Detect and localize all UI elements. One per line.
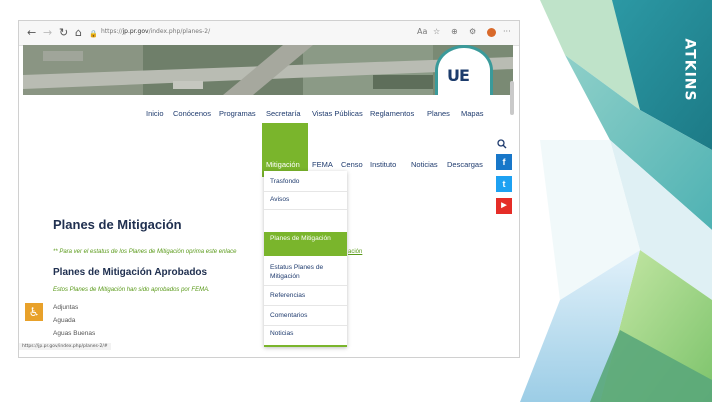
dropdown-item-avisos[interactable]: Avisos <box>270 195 346 204</box>
town-link-aguada[interactable]: Aguada <box>53 317 75 324</box>
dropdown-bottom-accent <box>264 345 347 347</box>
nav-item-noticias[interactable]: Noticias <box>411 160 438 169</box>
nav-item-mapas[interactable]: Mapas <box>461 109 484 118</box>
mitigacion-dropdown-menu: Trasfondo Avisos Planes de Mitigación Es… <box>264 171 347 347</box>
brand-logo-text: ATKINS <box>681 38 698 102</box>
nav-item-vistas-publicas[interactable]: Vistas Públicas <box>312 109 363 118</box>
dropdown-divider <box>264 191 347 192</box>
accessibility-button[interactable]: ♿ <box>25 303 43 321</box>
status-link[interactable]: ación <box>348 249 362 255</box>
dropdown-divider <box>264 209 347 210</box>
dropdown-item-referencias[interactable]: Referencias <box>270 291 346 300</box>
forward-arrow-icon[interactable]: → <box>43 26 52 40</box>
twitter-button[interactable]: t <box>496 176 512 192</box>
search-icon[interactable] <box>497 139 507 149</box>
brand-logo: ATKINS <box>672 38 702 102</box>
nav-item-fema[interactable]: FEMA <box>312 160 333 169</box>
status-note: ** Para ver el estatus de los Planes de … <box>53 249 237 255</box>
profile-avatar[interactable] <box>487 28 496 37</box>
address-bar[interactable]: https://jp.pr.gov/index.php/planes-2/ <box>101 27 210 37</box>
site-logo[interactable]: UE <box>435 45 493 95</box>
back-arrow-icon[interactable]: ← <box>27 26 36 40</box>
menu-dots-icon[interactable]: ··· <box>503 27 511 37</box>
reader-mode-icon[interactable]: Aa <box>417 27 427 37</box>
approved-note: Estos Planes de Mitigación han sido apro… <box>53 287 210 293</box>
url-path: /index.php/planes-2/ <box>148 28 211 35</box>
nav-item-inicio[interactable]: Inicio <box>146 109 164 118</box>
dropdown-item-planes-de-mitigacion[interactable]: Planes de Mitigación <box>270 234 346 243</box>
accessibility-icon: ♿ <box>28 305 40 319</box>
browser-toolbar: ← → ↻ ⌂ 🔒 https://jp.pr.gov/index.php/pl… <box>19 21 519 46</box>
url-prefix: https:// <box>101 28 123 35</box>
collections-icon[interactable]: ⊕ <box>451 27 458 37</box>
site-logo-text: UE <box>447 66 470 85</box>
twitter-icon: t <box>502 179 506 189</box>
town-link-adjuntas[interactable]: Adjuntas <box>53 304 78 311</box>
favorite-star-icon[interactable]: ☆ <box>433 27 440 37</box>
youtube-button[interactable]: ▶ <box>496 198 512 214</box>
nav-item-descargas[interactable]: Descargas <box>447 160 483 169</box>
facebook-button[interactable]: f <box>496 154 512 170</box>
aerial-banner-image: UE <box>23 45 513 95</box>
youtube-icon: ▶ <box>501 202 507 209</box>
dropdown-item-trasfondo[interactable]: Trasfondo <box>270 177 346 186</box>
home-icon[interactable]: ⌂ <box>75 26 82 40</box>
section-title: Planes de Mitigación Aprobados <box>53 267 208 278</box>
nav-item-mitigacion[interactable]: Mitigación <box>266 160 300 169</box>
town-link-aguas-buenas[interactable]: Aguas Buenas <box>53 330 95 337</box>
nav-item-conocenos[interactable]: Conócenos <box>173 109 211 118</box>
page-title: Planes de Mitigación <box>53 217 182 232</box>
extensions-icon[interactable]: ⚙ <box>469 27 476 37</box>
presentation-slide: ATKINS ← → ↻ ⌂ 🔒 https://jp.pr.gov/index… <box>0 0 712 402</box>
url-domain: jp.pr.gov <box>122 28 149 35</box>
nav-item-instituto[interactable]: Instituto <box>370 160 396 169</box>
nav-item-planes[interactable]: Planes <box>427 109 450 118</box>
nav-item-censo[interactable]: Censo <box>341 160 363 169</box>
nav-item-programas[interactable]: Programas <box>219 109 256 118</box>
browser-window: ← → ↻ ⌂ 🔒 https://jp.pr.gov/index.php/pl… <box>18 20 520 358</box>
dropdown-item-comentarios[interactable]: Comentarios <box>270 311 346 320</box>
nav-item-secretaria[interactable]: Secretaría <box>266 109 301 118</box>
dropdown-divider <box>264 285 347 286</box>
dropdown-item-noticias[interactable]: Noticias <box>270 329 346 338</box>
dropdown-divider <box>264 325 347 326</box>
dropdown-divider <box>264 305 347 306</box>
status-bar-url: https://jp.pr.gov/index.php/planes-2/# <box>19 343 111 350</box>
nav-item-reglamentos[interactable]: Reglamentos <box>370 109 414 118</box>
lock-icon: 🔒 <box>89 30 98 38</box>
facebook-icon: f <box>502 157 506 167</box>
primary-nav: Inicio Conócenos Programas Secretaría Vi… <box>19 109 519 123</box>
dropdown-item-estatus-planes[interactable]: Estatus Planes de Mitigación <box>270 263 346 281</box>
reload-icon[interactable]: ↻ <box>59 26 68 40</box>
